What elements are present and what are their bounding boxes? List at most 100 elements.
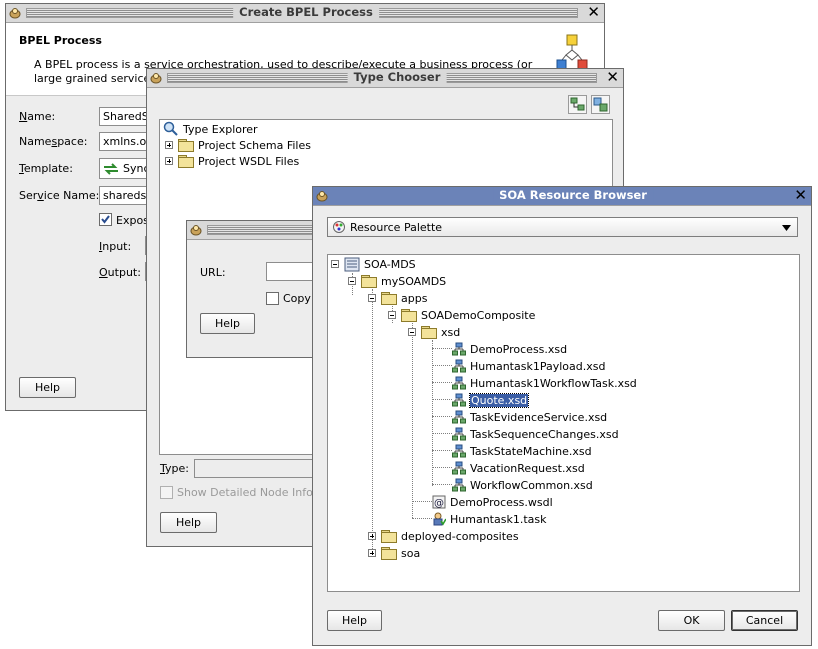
project-wsdl-files-node[interactable]: Project WSDL Files: [165, 153, 299, 169]
soa-resource-browser-dialog: SOA Resource Browser ✕ Resource Palette …: [312, 186, 812, 646]
import-schema-button[interactable]: [568, 95, 587, 114]
tree-node-xsd-file[interactable]: TaskStateMachine.xsd: [452, 443, 592, 459]
import-wsdl-button[interactable]: [591, 95, 610, 114]
resource-palette-value: Resource Palette: [350, 220, 443, 234]
tree-node-xsd[interactable]: xsd: [408, 324, 460, 340]
cancel-label: Cancel: [745, 614, 784, 627]
tree-label-xsd-file: TaskSequenceChanges.xsd: [470, 427, 619, 441]
collapse-icon[interactable]: [408, 328, 416, 336]
tree-label-demoprocess-wsdl: DemoProcess.wsdl: [450, 495, 553, 509]
expand-icon[interactable]: [368, 532, 376, 540]
tree-node-demoprocess-wsdl[interactable]: @ DemoProcess.wsdl: [432, 494, 553, 510]
xsd-schema-icon: [452, 461, 466, 475]
soa-resource-tree: SOA-MDS mySOAMDS apps SOADemoComposite x…: [327, 254, 800, 592]
type-label: Type:: [160, 462, 189, 475]
show-detail-checkbox[interactable]: [160, 486, 173, 499]
import-schema-icon: [570, 97, 585, 111]
xsd-schema-icon: [452, 444, 466, 458]
soa-titlebar[interactable]: SOA Resource Browser ✕: [313, 187, 811, 206]
resource-palette-dropdown[interactable]: Resource Palette: [327, 217, 798, 237]
namespace-label: Namespace:: [19, 135, 88, 148]
tree-node-xsd-file[interactable]: TaskSequenceChanges.xsd: [452, 426, 619, 442]
import-help-button[interactable]: Help: [200, 313, 255, 334]
expand-icon[interactable]: [368, 549, 376, 557]
app-icon: [150, 73, 162, 84]
bpel-help-button[interactable]: Help: [19, 377, 76, 398]
tree-label-xsd: xsd: [441, 325, 461, 339]
checkmark-icon: [101, 215, 110, 224]
collapse-icon[interactable]: [368, 294, 376, 302]
tree-node-soademocomposite[interactable]: SOADemoComposite: [388, 307, 535, 323]
tree-node-mysoamds[interactable]: mySOAMDS: [348, 273, 446, 289]
tree-node-soa-mds[interactable]: SOA-MDS: [331, 256, 416, 272]
copy-checkbox[interactable]: [266, 292, 279, 305]
tree-node-apps[interactable]: apps: [368, 290, 427, 306]
tree-label-mysoamds: mySOAMDS: [381, 274, 447, 288]
expand-icon[interactable]: [165, 157, 173, 165]
tree-label-xsd-file: WorkflowCommon.xsd: [470, 478, 593, 492]
folder-icon: [381, 530, 397, 543]
output-label: Output:: [99, 266, 141, 279]
xsd-schema-icon: [452, 427, 466, 441]
xsd-schema-icon: [452, 376, 466, 390]
bpel-heading: BPEL Process: [19, 34, 102, 47]
type-chooser-title: Type Chooser: [347, 70, 447, 84]
tree-node-xsd-file[interactable]: TaskEvidenceService.xsd: [452, 409, 607, 425]
ok-button[interactable]: OK: [658, 610, 725, 631]
bpel-help-label: Help: [34, 381, 61, 394]
tree-label-soa-mds: SOA-MDS: [364, 257, 416, 271]
project-wsdl-files-label: Project WSDL Files: [198, 154, 300, 168]
soa-help-button[interactable]: Help: [327, 610, 382, 631]
magnifier-icon: [163, 121, 178, 136]
folder-icon: [401, 309, 417, 322]
tree-label-xsd-file: TaskStateMachine.xsd: [470, 444, 592, 458]
url-label: URL:: [200, 266, 226, 279]
tree-label-deployed-composites: deployed-composites: [401, 529, 519, 543]
name-label: Name:: [19, 110, 56, 123]
close-icon[interactable]: ✕: [606, 69, 619, 86]
tree-node-xsd-file[interactable]: Quote.xsd: [452, 392, 530, 408]
tree-node-xsd-file[interactable]: Humantask1Payload.xsd: [452, 358, 605, 374]
app-icon: [316, 191, 328, 202]
tree-label-xsd-file: VacationRequest.xsd: [470, 461, 585, 475]
resource-palette-icon: [333, 221, 345, 233]
folder-icon: [381, 292, 397, 305]
tree-node-xsd-file[interactable]: VacationRequest.xsd: [452, 460, 585, 476]
tree-node-deployed-composites[interactable]: deployed-composites: [368, 528, 519, 544]
collapse-icon[interactable]: [331, 260, 339, 268]
svg-text:@: @: [434, 498, 444, 509]
type-chooser-help-button[interactable]: Help: [160, 512, 217, 533]
human-task-icon: [433, 512, 446, 526]
tree-node-xsd-file[interactable]: Humantask1WorkflowTask.xsd: [452, 375, 637, 391]
tree-node-humantask1-task[interactable]: Humantask1.task: [432, 511, 546, 527]
tree-label-soa: soa: [401, 546, 421, 560]
repository-icon: [344, 257, 360, 271]
xsd-schema-icon: [452, 410, 466, 424]
folder-icon: [381, 547, 397, 560]
bpel-title: Create BPEL Process: [233, 5, 379, 19]
type-chooser-help-label: Help: [175, 516, 202, 529]
collapse-icon[interactable]: [388, 311, 396, 319]
tree-node-soa[interactable]: soa: [368, 545, 420, 561]
collapse-icon[interactable]: [348, 277, 356, 285]
copy-label: Copy: [283, 292, 311, 305]
soa-title: SOA Resource Browser: [493, 188, 653, 202]
expand-icon[interactable]: [165, 141, 173, 149]
close-icon[interactable]: ✕: [794, 187, 807, 204]
tree-label-xsd-file: DemoProcess.xsd: [470, 342, 568, 356]
project-schema-files-label: Project Schema Files: [198, 138, 311, 152]
type-explorer-root[interactable]: Type Explorer: [163, 121, 258, 137]
soa-help-label: Help: [341, 614, 368, 627]
close-icon[interactable]: ✕: [587, 4, 600, 21]
project-schema-files-node[interactable]: Project Schema Files: [165, 137, 311, 153]
input-label: Input:: [99, 240, 132, 253]
xsd-schema-icon: [452, 359, 466, 373]
ok-label: OK: [683, 614, 700, 627]
bpel-titlebar[interactable]: Create BPEL Process ✕: [6, 4, 604, 23]
type-chooser-titlebar[interactable]: Type Chooser ✕: [147, 69, 623, 88]
xsd-schema-icon: [452, 393, 466, 407]
tree-node-xsd-file[interactable]: WorkflowCommon.xsd: [452, 477, 593, 493]
tree-node-xsd-file[interactable]: DemoProcess.xsd: [452, 341, 567, 357]
cancel-button[interactable]: Cancel: [731, 610, 798, 631]
expose-checkbox[interactable]: [99, 213, 112, 226]
